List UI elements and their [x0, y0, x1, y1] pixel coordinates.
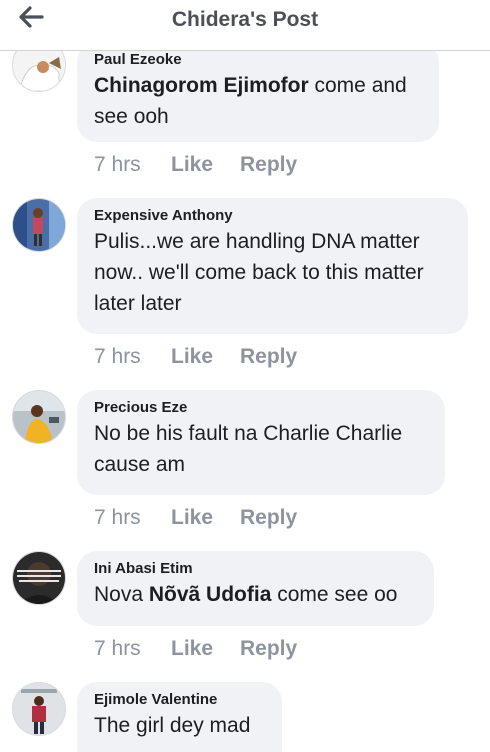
comment-actions: 7 hrs Like Reply	[94, 506, 297, 530]
reply-button[interactable]: Reply	[240, 506, 297, 530]
comment-text: Nova Nõvã Udofia come see oo	[94, 583, 398, 606]
comment-text: The girl dey mad	[94, 714, 251, 737]
like-button[interactable]: Like	[171, 345, 240, 369]
comment-actions: 7 hrs Like Reply	[94, 637, 297, 661]
comment-timestamp[interactable]: 7 hrs	[94, 506, 171, 530]
mention-link[interactable]: Chinagorom Ejimofor	[94, 74, 309, 97]
comment-bubble: Ejimole Valentine The girl dey mad	[77, 682, 282, 752]
top-bar: Chidera's Post	[0, 0, 490, 51]
profile-photo	[13, 683, 65, 735]
page-title: Chidera's Post	[171, 8, 319, 31]
like-button[interactable]: Like	[171, 506, 240, 530]
comment-bubble: Paul Ezeoke Chinagorom Ejimofor come and…	[77, 42, 439, 142]
reply-button[interactable]: Reply	[240, 637, 297, 661]
profile-photo	[13, 552, 65, 604]
comment-timestamp[interactable]: 7 hrs	[94, 345, 171, 369]
mention-link[interactable]: Nõvã Udofia	[149, 583, 272, 606]
profile-photo	[13, 199, 65, 251]
like-button[interactable]: Like	[171, 637, 240, 661]
comment-text: Pulis...we are handling DNA matter now..…	[94, 230, 424, 315]
comment-bubble: Expensive Anthony Pulis...we are handlin…	[77, 198, 468, 334]
comment-author[interactable]: Expensive Anthony	[94, 206, 450, 226]
reply-button[interactable]: Reply	[240, 153, 297, 177]
avatar[interactable]	[12, 198, 66, 252]
like-button[interactable]: Like	[171, 153, 240, 177]
comment-timestamp[interactable]: 7 hrs	[94, 637, 171, 661]
comment-text: Chinagorom Ejimofor come and see ooh	[94, 74, 407, 128]
comment-text: No be his fault na Charlie Charlie cause…	[94, 422, 403, 476]
comment-author[interactable]: Precious Eze	[94, 398, 427, 418]
comment-timestamp[interactable]: 7 hrs	[94, 153, 171, 177]
comment-bubble: Ini Abasi Etim Nova Nõvã Udofia come see…	[77, 551, 434, 626]
comment-author[interactable]: Ini Abasi Etim	[94, 559, 416, 579]
comment-bubble: Precious Eze No be his fault na Charlie …	[77, 390, 445, 495]
comment-actions: 7 hrs Like Reply	[94, 153, 297, 177]
avatar[interactable]	[12, 682, 66, 736]
avatar[interactable]	[12, 390, 66, 444]
comment-author[interactable]: Ejimole Valentine	[94, 690, 264, 710]
comment-author[interactable]: Paul Ezeoke	[94, 50, 421, 70]
reply-button[interactable]: Reply	[240, 345, 297, 369]
profile-photo	[13, 391, 65, 443]
comment-actions: 7 hrs Like Reply	[94, 345, 297, 369]
avatar[interactable]	[12, 551, 66, 605]
